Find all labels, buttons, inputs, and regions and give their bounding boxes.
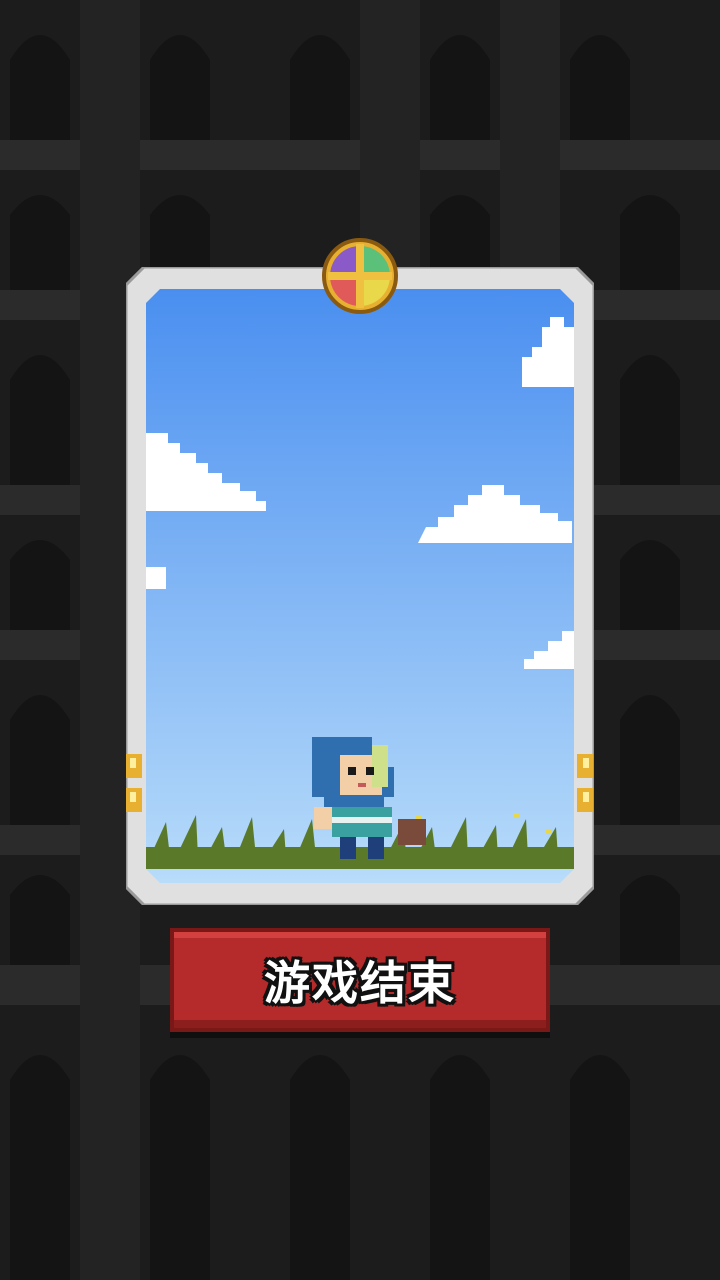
card-scene: [126, 267, 594, 905]
game-over-button[interactable]: 游戏结束: [170, 928, 550, 1032]
game-over-label: 游戏结束: [264, 956, 456, 1010]
four-color-cross-emblem-icon: [322, 238, 398, 314]
game-over-screen: 游戏结束: [0, 0, 720, 1280]
gold-gem-icon: [577, 754, 593, 812]
character-card: [126, 267, 594, 905]
gold-gem-icon: [126, 754, 142, 812]
